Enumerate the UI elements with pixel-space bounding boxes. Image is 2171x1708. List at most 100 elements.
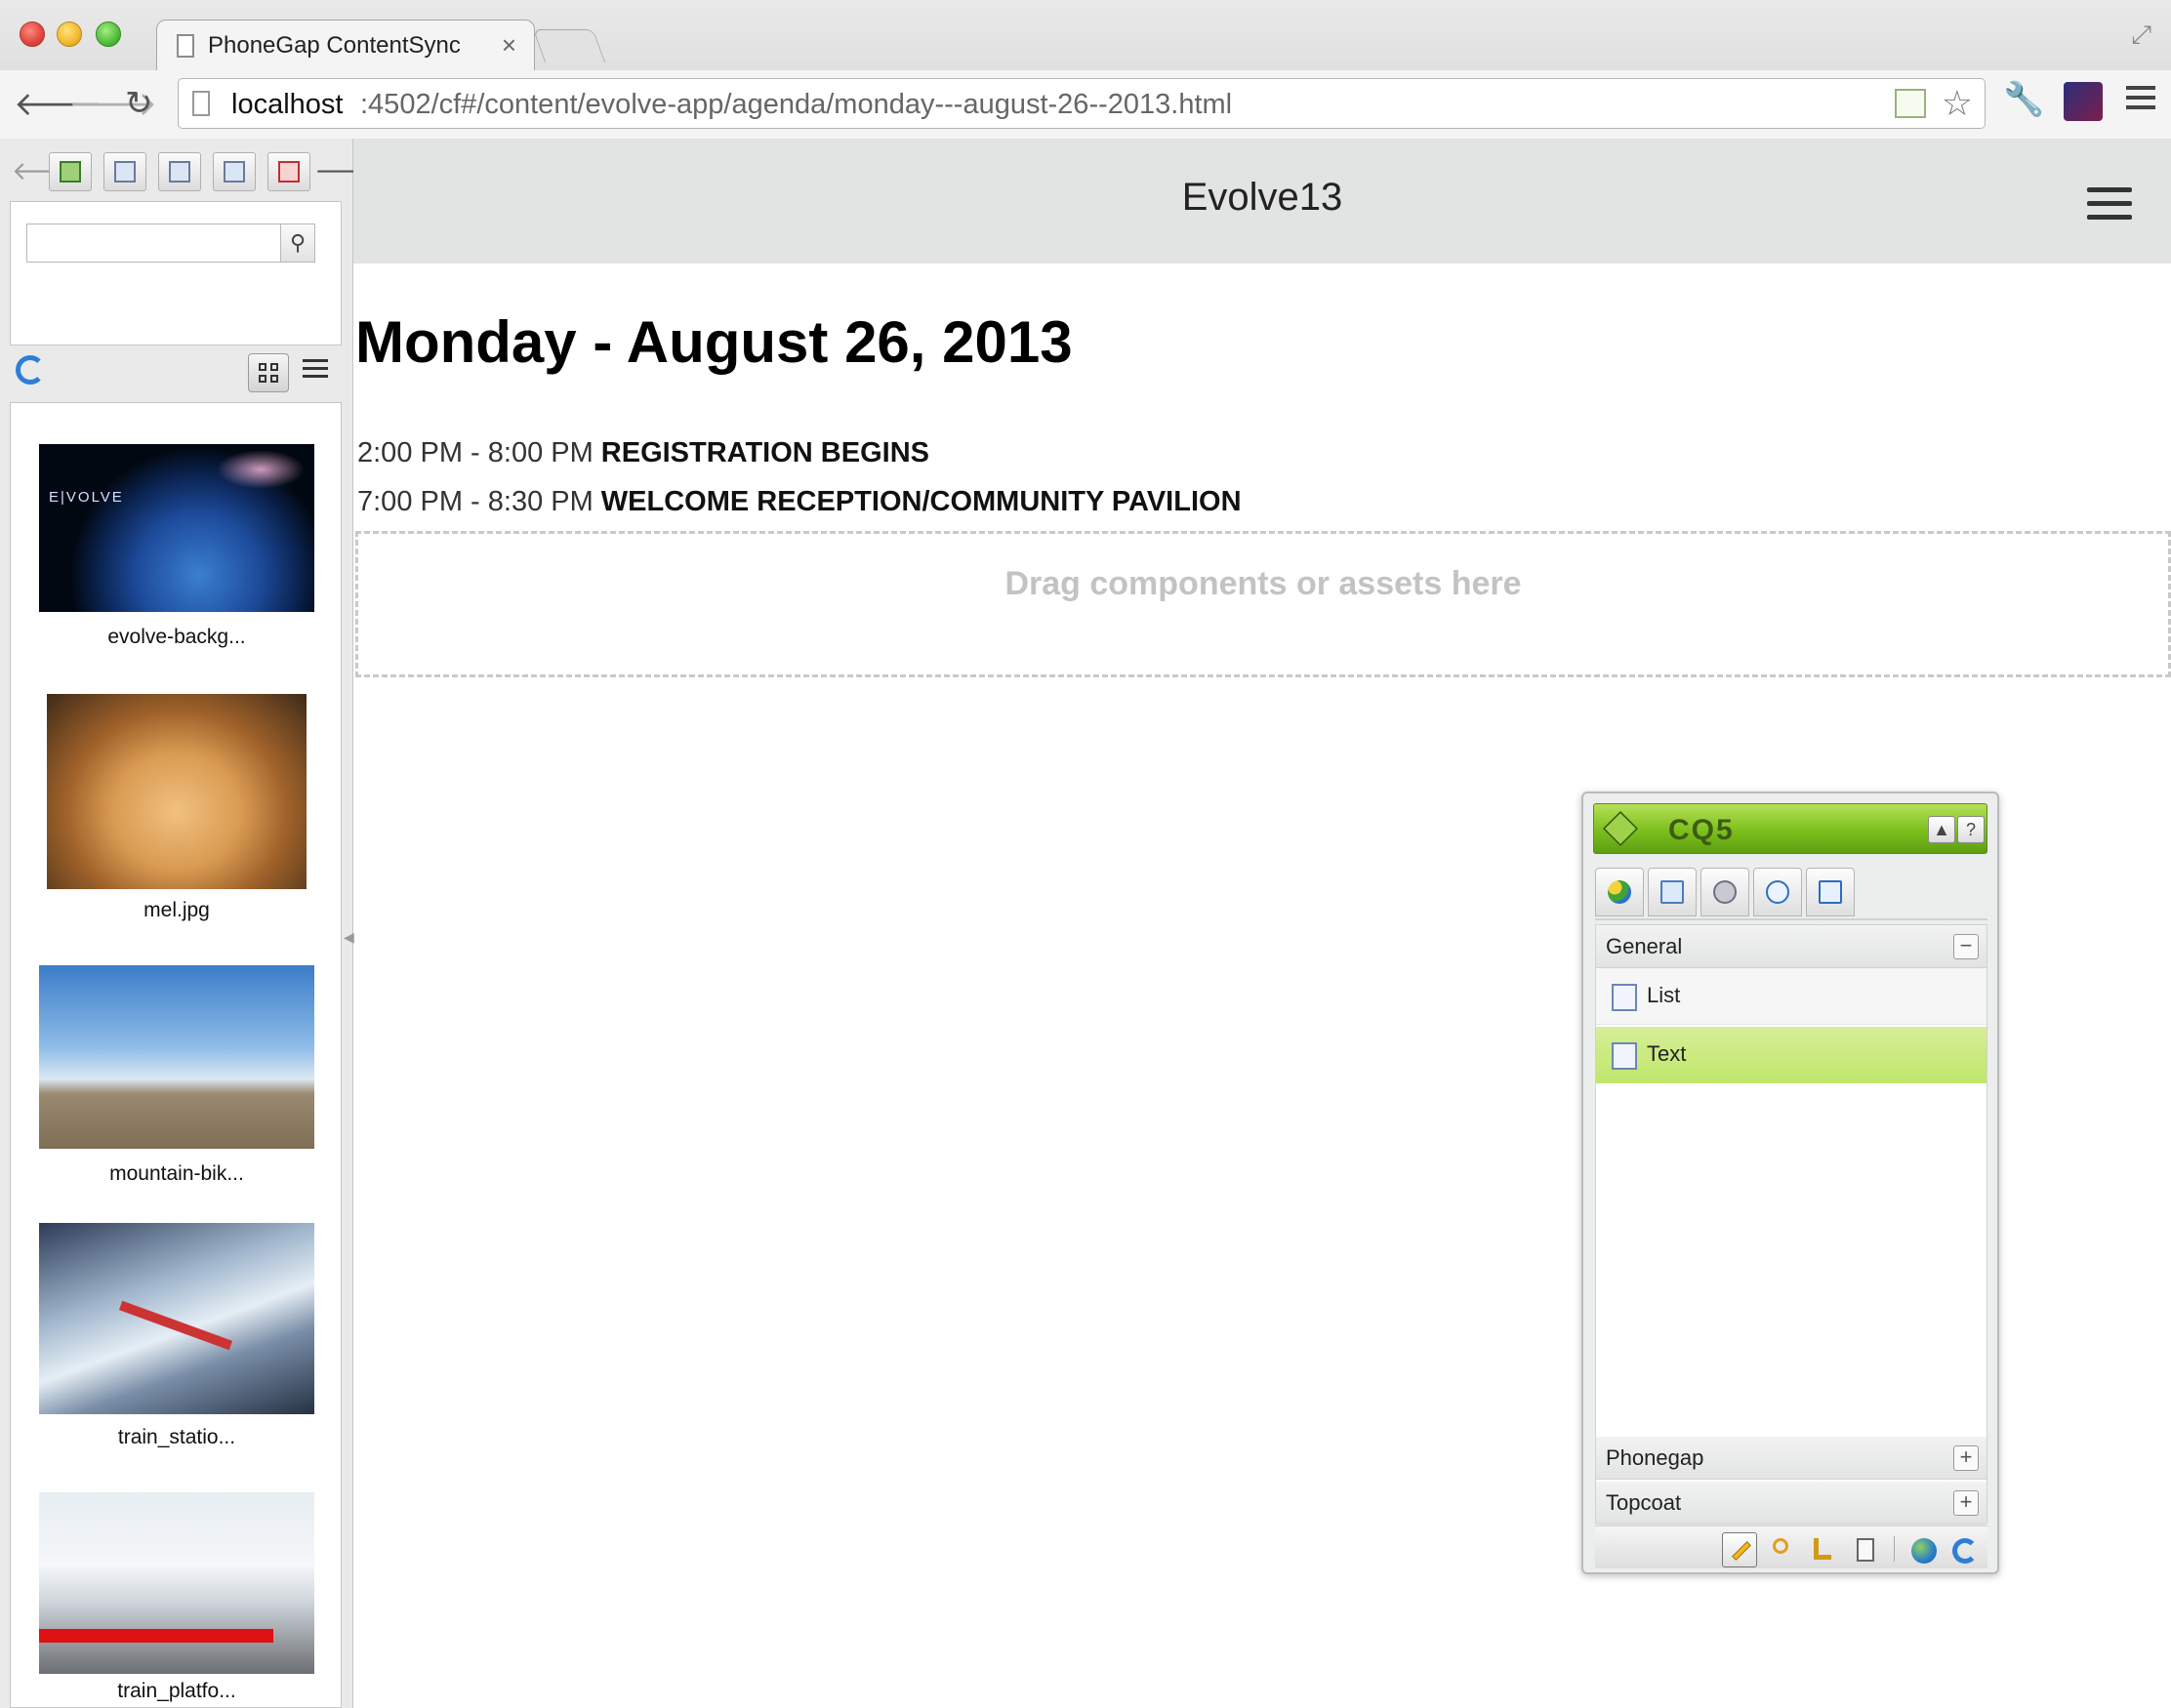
asset-thumbnail[interactable] <box>39 965 314 1149</box>
component-group-general[interactable]: General − <box>1596 925 1987 968</box>
component-label: List <box>1647 983 1681 1007</box>
component-group-topcoat[interactable]: Topcoat + <box>1596 1482 1987 1525</box>
toolbar-separator <box>1894 1536 1895 1562</box>
url-path: :4502/cf#/content/evolve-app/agenda/mond… <box>360 89 1233 120</box>
agenda-event: REGISTRATION BEGINS <box>600 437 929 468</box>
address-bar[interactable]: localhost :4502/cf#/content/evolve-app/a… <box>178 78 1986 129</box>
app-title: Evolve13 <box>1181 176 1343 219</box>
text-component-icon <box>1612 1042 1637 1070</box>
tab-s7[interactable] <box>267 152 310 191</box>
group-label: Topcoat <box>1606 1490 1682 1515</box>
sidekick-header[interactable]: CQ5 ▲ ? <box>1593 803 1987 854</box>
tab-lock[interactable] <box>1700 868 1749 916</box>
cq5-sidekick: CQ5 ▲ ? General − List Text Phonegap + T… <box>1581 792 1999 1574</box>
star-icon[interactable]: ☆ <box>1942 83 1973 124</box>
page-title: Monday - August 26, 2013 <box>355 309 1073 375</box>
clock-icon <box>1766 880 1789 904</box>
asset-thumbnail[interactable] <box>39 1223 314 1414</box>
workflow-icon <box>1819 880 1842 904</box>
fullscreen-icon[interactable]: ⤢ <box>2131 20 2151 51</box>
tab-documents[interactable] <box>103 152 146 191</box>
document-icon <box>114 161 136 183</box>
sidekick-help-button[interactable]: ? <box>1957 816 1985 843</box>
app-header: Evolve13 <box>353 139 2171 264</box>
component-list[interactable]: List <box>1596 968 1987 1025</box>
extension-icon[interactable] <box>2064 82 2103 121</box>
group-label: General <box>1606 934 1683 958</box>
scaffolding-icon[interactable] <box>1847 1532 1882 1567</box>
page-icon <box>192 91 210 116</box>
list-view-icon[interactable] <box>303 359 328 385</box>
tab-versioning[interactable] <box>1753 868 1802 916</box>
reload-icon[interactable]: ↻ <box>125 84 153 123</box>
hamburger-menu-icon[interactable] <box>2087 187 2132 221</box>
tab-workflow[interactable] <box>1806 868 1855 916</box>
search-area: ⚲ <box>10 201 342 346</box>
new-tab-button[interactable] <box>532 29 606 62</box>
collapse-panel-icon[interactable]: ◀ <box>344 929 354 946</box>
lock-icon <box>1713 880 1737 904</box>
agenda-item[interactable]: 2:00 PM - 8:00 PM REGISTRATION BEGINS <box>357 437 929 469</box>
asset-thumbnail[interactable]: E|VOLVE <box>39 444 314 612</box>
refresh-icon[interactable] <box>1946 1532 1982 1567</box>
search-input[interactable] <box>26 224 282 263</box>
edit-mode-pencil-icon[interactable] <box>1722 1532 1757 1567</box>
window-minimize-button[interactable] <box>57 21 82 47</box>
sidekick-footer <box>1595 1525 1987 1568</box>
tab-page[interactable] <box>1648 868 1697 916</box>
preview-magnifier-icon[interactable] <box>1765 1532 1800 1567</box>
expand-group-icon[interactable]: + <box>1953 1490 1979 1516</box>
hamburger-menu-icon[interactable] <box>2126 86 2155 111</box>
content-finder-tabs: 🡐 🡒 <box>0 148 383 193</box>
window-zoom-button[interactable] <box>96 21 121 47</box>
wrench-icon[interactable]: 🔧 <box>2003 80 2044 119</box>
asset-name: evolve-backg... <box>107 626 246 648</box>
sidekick-collapse-button[interactable]: ▲ <box>1928 816 1955 843</box>
component-dropzone[interactable]: Drag components or assets here <box>355 531 2171 677</box>
thumbnail-logo-text: E|VOLVE <box>49 489 124 506</box>
component-group-phonegap[interactable]: Phonegap + <box>1596 1437 1987 1480</box>
content-finder-panel: 🡐 🡒 ⚲ E|VOLVE evolve-backg... mel.jpg mo… <box>0 139 383 1708</box>
group-label: Phonegap <box>1606 1445 1704 1470</box>
cq5-logo-icon <box>1602 810 1639 847</box>
sidekick-tabs <box>1595 866 1987 920</box>
agenda-event: WELCOME RECEPTION/COMMUNITY PAVILION <box>600 486 1242 517</box>
component-label: Text <box>1647 1041 1687 1066</box>
tab-title: PhoneGap ContentSync <box>208 32 461 59</box>
asset-name: train_platfo... <box>117 1680 236 1702</box>
publish-globe-icon[interactable] <box>1905 1532 1941 1567</box>
tab-components[interactable] <box>1595 868 1644 916</box>
film-icon <box>224 161 245 183</box>
component-text[interactable]: Text <box>1596 1027 1987 1083</box>
image-icon <box>60 161 81 183</box>
url-host: localhost <box>231 89 344 120</box>
tab-close-icon[interactable]: × <box>502 30 516 61</box>
design-ruler-icon[interactable] <box>1806 1532 1841 1567</box>
tab-movies[interactable] <box>213 152 256 191</box>
expand-group-icon[interactable]: + <box>1953 1445 1979 1471</box>
tab-images[interactable] <box>49 152 92 191</box>
browser-tab[interactable]: PhoneGap ContentSync × <box>156 20 535 70</box>
search-icon[interactable]: ⚲ <box>280 224 315 263</box>
asset-name: mel.jpg <box>143 899 210 921</box>
dropzone-label: Drag components or assets here <box>1004 565 1522 602</box>
thumbnail-view-button[interactable] <box>248 353 289 392</box>
page-icon <box>177 34 194 58</box>
agenda-item[interactable]: 7:00 PM - 8:30 PM WELCOME RECEPTION/COMMU… <box>357 486 1242 518</box>
sidekick-title: CQ5 <box>1668 814 1735 846</box>
asset-list: E|VOLVE evolve-backg... mel.jpg mountain… <box>10 402 342 1708</box>
window-close-button[interactable] <box>20 21 45 47</box>
asset-thumbnail[interactable] <box>47 694 307 889</box>
rss-icon[interactable] <box>1895 89 1926 118</box>
agenda-time: 2:00 PM - 8:00 PM <box>357 437 594 468</box>
components-list: General − List Text Phonegap + Topcoat + <box>1595 924 1987 1525</box>
agenda-time: 7:00 PM - 8:30 PM <box>357 486 594 517</box>
components-icon <box>1608 880 1631 904</box>
tab-pages[interactable] <box>158 152 201 191</box>
collapse-group-icon[interactable]: − <box>1953 934 1979 959</box>
asset-thumbnail[interactable] <box>39 1492 314 1674</box>
browser-chrome: PhoneGap ContentSync × ⤢ 🡐 🡒 ↻ localhost… <box>0 0 2171 139</box>
asset-name: mountain-bik... <box>109 1162 244 1185</box>
refresh-icon[interactable] <box>16 355 45 385</box>
s7-icon <box>278 161 300 183</box>
